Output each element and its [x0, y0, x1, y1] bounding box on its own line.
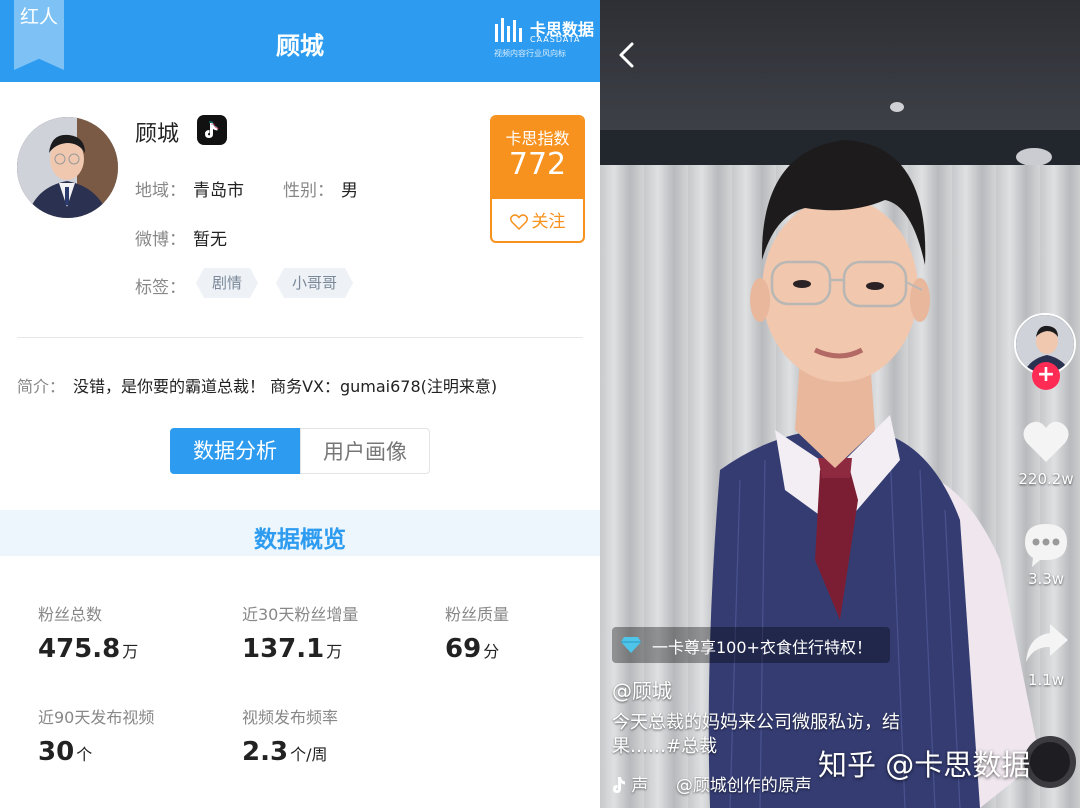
- region-value: 青岛市: [193, 181, 244, 201]
- stat-label: 近90天发布视频: [38, 708, 155, 727]
- brand-subtitle: CAASDATA: [530, 35, 581, 44]
- share-count: 1.1w: [1027, 671, 1065, 689]
- stat-value: 69 分: [445, 634, 500, 664]
- index-label: 卡思指数: [505, 129, 570, 148]
- watermark: 知乎 @卡思数据: [818, 748, 1031, 782]
- intro-label: 简介：: [17, 377, 66, 396]
- brand-bars-icon: [495, 18, 522, 42]
- follow-label: 关注: [531, 212, 566, 232]
- tiktok-note-icon: [613, 777, 625, 793]
- avatar: [17, 117, 118, 218]
- tiktok-icon: [197, 115, 227, 145]
- weibo-label: 微博：: [135, 230, 186, 250]
- back-arrow-icon[interactable]: [612, 38, 642, 72]
- intro-text: 没错，是你要的霸道总裁！ 商务VX：gumai678(注明来意): [73, 377, 498, 396]
- tag-chip[interactable]: 小哥哥: [276, 268, 353, 298]
- stat-label: 近30天粉丝增量: [242, 605, 359, 624]
- stat-value: 2.3 个/周: [242, 737, 328, 767]
- comment-count: 3.3w: [1027, 570, 1065, 588]
- promo-text: 一卡尊享100+衣食住行特权！: [652, 638, 872, 657]
- gender-value: 男: [341, 181, 358, 201]
- region-label: 地域：: [135, 181, 186, 201]
- tag-chip[interactable]: 剧情: [196, 268, 258, 298]
- gender-label: 性别：: [283, 181, 334, 201]
- promo-banner[interactable]: 一卡尊享100+衣食住行特权！: [612, 627, 890, 663]
- brand-slogan: 视频内容行业风向标: [494, 49, 566, 58]
- stat-label: 视频发布频率: [242, 708, 339, 727]
- stat-value: 137.1 万: [242, 634, 343, 664]
- stat-value: 475.8 万: [38, 634, 139, 664]
- brand-logo: 卡思数据 CAASDATA 视频内容行业风向标: [492, 14, 594, 64]
- follow-plus-button[interactable]: +: [1032, 362, 1060, 390]
- tab-data-analysis[interactable]: 数据分析: [170, 428, 300, 474]
- header-bar: 红人 顾城 卡思数据 CAASDATA 视频内容行业风向标: [0, 0, 600, 82]
- kaas-profile-panel: 红人 顾城 卡思数据 CAASDATA 视频内容行业风向标 顾城 地域： 青岛市…: [0, 0, 600, 808]
- avatar-portrait-icon: [17, 117, 118, 218]
- tags-label: 标签：: [135, 278, 186, 298]
- tab-user-profile[interactable]: 用户画像: [300, 428, 430, 474]
- stat-label: 粉丝总数: [38, 605, 103, 624]
- music-row[interactable]: 声 @顾城创作的原声: [612, 771, 812, 796]
- share-icon[interactable]: [1020, 620, 1072, 668]
- stat-label: 粉丝质量: [445, 605, 510, 624]
- video-person-figure: [708, 140, 1040, 808]
- stat-value: 30 个: [38, 737, 93, 767]
- index-value: 772: [508, 147, 567, 182]
- douyin-video-panel: + 220.2w 3.3w 1.1w 一卡尊享100+衣食住行特权！ @顾城 今…: [600, 0, 1080, 808]
- heart-outline-icon: [509, 214, 528, 231]
- heart-icon[interactable]: [1020, 418, 1072, 466]
- kaas-index-card: 卡思指数 772 关注: [490, 115, 585, 243]
- music-title: @顾城创作的原声: [675, 776, 812, 796]
- diamond-icon: [621, 637, 641, 653]
- divider: [17, 337, 583, 338]
- ribbon-label: 红人: [19, 6, 58, 28]
- follow-button[interactable]: 关注: [492, 203, 583, 241]
- weibo-value: 暂无: [193, 230, 227, 250]
- music-prefix: 声: [631, 776, 649, 796]
- profile-name: 顾城: [135, 122, 180, 147]
- overview-title: 数据概览: [254, 527, 346, 553]
- video-author[interactable]: @顾城: [612, 675, 672, 704]
- comment-icon[interactable]: [1020, 520, 1072, 568]
- like-count: 220.2w: [1018, 470, 1074, 488]
- music-disc-icon[interactable]: [1024, 736, 1076, 788]
